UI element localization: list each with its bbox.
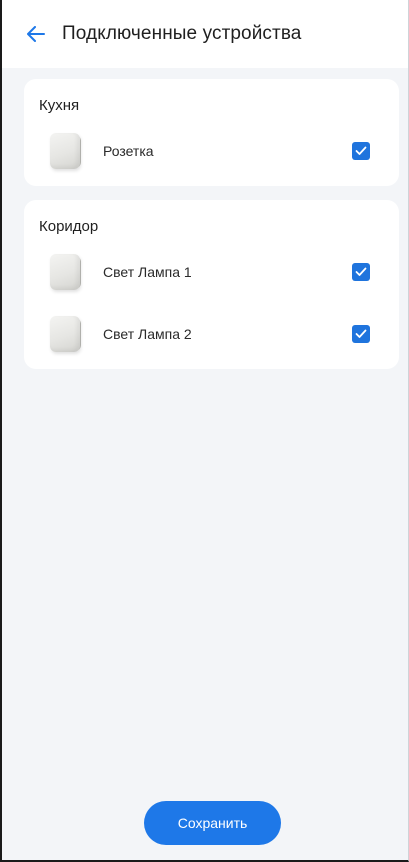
- device-checkbox[interactable]: [352, 325, 370, 343]
- switch-device-icon: [50, 133, 81, 169]
- checkmark-icon: [355, 329, 367, 338]
- checkmark-icon: [355, 267, 367, 276]
- device-row[interactable]: Свет Лампа 1: [39, 253, 385, 291]
- group-card-kitchen: Кухня Розетка: [24, 79, 399, 186]
- device-name: Свет Лампа 2: [103, 326, 192, 342]
- switch-device-icon: [50, 254, 81, 290]
- device-name: Свет Лампа 1: [103, 264, 192, 280]
- device-groups: Кухня Розетка Коридор Свет Лампа 1 Свет …: [24, 79, 399, 383]
- top-app-bar: Подключенные устройства: [2, 0, 408, 68]
- checkmark-icon: [355, 146, 367, 155]
- switch-device-icon: [50, 316, 81, 352]
- save-button[interactable]: Сохранить: [144, 801, 281, 845]
- page-title: Подключенные устройства: [62, 23, 302, 44]
- device-checkbox[interactable]: [352, 263, 370, 281]
- group-card-corridor: Коридор Свет Лампа 1 Свет Лампа 2: [24, 200, 399, 369]
- group-title: Кухня: [39, 97, 80, 114]
- device-checkbox[interactable]: [352, 142, 370, 160]
- arrow-left-icon: [27, 26, 45, 42]
- device-row[interactable]: Розетка: [39, 132, 385, 170]
- group-title: Коридор: [39, 218, 99, 235]
- device-name: Розетка: [103, 143, 154, 159]
- device-row[interactable]: Свет Лампа 2: [39, 315, 385, 353]
- back-button[interactable]: [24, 22, 48, 46]
